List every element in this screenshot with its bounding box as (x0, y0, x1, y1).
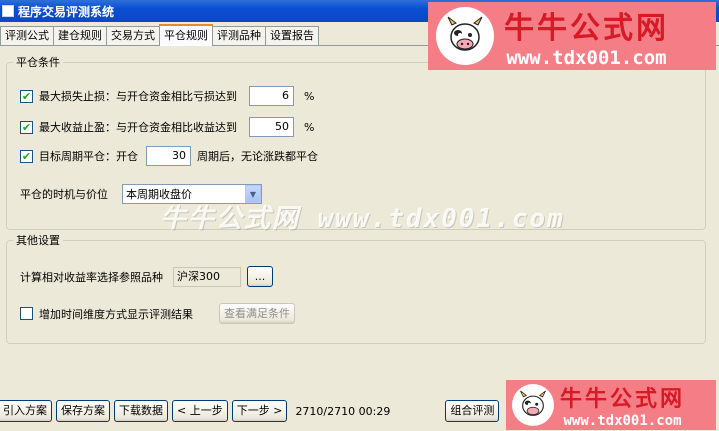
max-gain-unit: % (304, 120, 315, 134)
benchmark-row: 计算相对收益率选择参照品种 沪深300 ... (20, 266, 273, 287)
brand-url: www.tdx001.com (563, 413, 682, 429)
target-period-label: 目标周期平仓：开仓 (39, 150, 138, 163)
progress-readout: 2710/2710 00:29 (295, 404, 391, 418)
tab-formula[interactable]: 评测公式 (0, 26, 54, 46)
target-period-row: ✔ 目标周期平仓：开仓 30 周期后，无论涨跌都平仓 (20, 146, 318, 166)
brand-url: www.tdx001.com (506, 47, 667, 69)
brand-name: 牛牛公式网 (560, 387, 686, 412)
max-loss-checkbox[interactable]: ✔ (20, 89, 33, 103)
view-conditions-button[interactable]: 查看满足条件 (219, 303, 295, 324)
close-timing-label: 平仓的时机与价位 (20, 188, 108, 201)
brand-name: 牛牛公式网 (504, 11, 669, 46)
target-period-checkbox[interactable]: ✔ (20, 149, 33, 163)
import-plan-button[interactable]: 引入方案 (0, 400, 52, 422)
max-gain-input[interactable]: 50 (249, 117, 294, 137)
other-settings-group: 其他设置 (6, 232, 706, 344)
target-period-input[interactable]: 30 (146, 146, 191, 166)
target-period-suffix: 周期后，无论涨跌都平仓 (197, 150, 318, 163)
window-title: 程序交易评测系统 (18, 4, 115, 19)
time-dimension-label: 增加时间维度方式显示评测结果 (39, 307, 193, 321)
save-plan-button[interactable]: 保存方案 (56, 400, 110, 422)
brand-text-top: 牛牛公式网 www.tdx001.com (504, 3, 669, 69)
brand-logo-top: 牛牛公式网 www.tdx001.com (428, 2, 716, 70)
max-loss-unit: % (304, 89, 315, 103)
other-settings-title: 其他设置 (16, 234, 60, 247)
time-dimension-checkbox[interactable] (20, 307, 33, 320)
prev-step-button[interactable]: < 上一步 (172, 400, 228, 422)
time-dimension-row: 增加时间维度方式显示评测结果 查看满足条件 (20, 303, 295, 324)
next-step-button[interactable]: 下一步 > (231, 400, 288, 422)
tab-trade-mode[interactable]: 交易方式 (106, 26, 160, 46)
benchmark-browse-button[interactable]: ... (247, 266, 273, 287)
brand-logo-bottom: 牛牛公式网 www.tdx001.com (506, 380, 716, 430)
tab-open-rules[interactable]: 建仓规则 (53, 26, 107, 46)
tab-report-settings[interactable]: 设置报告 (265, 26, 319, 46)
cow-icon (512, 384, 554, 426)
download-data-button[interactable]: 下载数据 (114, 400, 168, 422)
tab-test-symbols[interactable]: 评测品种 (212, 26, 266, 46)
max-loss-label: 最大损失止损：与开仓资金相比亏损达到 (39, 90, 237, 103)
max-loss-row: ✔ 最大损失止损：与开仓资金相比亏损达到 6 % (20, 86, 314, 106)
max-loss-input[interactable]: 6 (249, 86, 294, 106)
max-gain-label: 最大收益止盈：与开仓资金相比收益达到 (39, 121, 237, 134)
brand-text-bottom: 牛牛公式网 www.tdx001.com (560, 381, 685, 429)
watermark-text: 牛牛公式网 www.tdx001.com (160, 204, 565, 234)
tab-close-rules[interactable]: 平仓规则 (159, 24, 213, 46)
window-icon (2, 5, 14, 17)
benchmark-value: 沪深300 (173, 266, 241, 287)
tab-strip: 评测公式 建仓规则 交易方式 平仓规则 评测品种 设置报告 (0, 24, 319, 46)
close-conditions-title: 平仓条件 (16, 56, 60, 69)
benchmark-label: 计算相对收益率选择参照品种 (20, 270, 163, 284)
max-gain-checkbox[interactable]: ✔ (20, 120, 33, 134)
combo-test-button[interactable]: 组合评测 (445, 400, 500, 422)
max-gain-row: ✔ 最大收益止盈：与开仓资金相比收益达到 50 % (20, 117, 314, 137)
cow-icon (436, 7, 494, 65)
